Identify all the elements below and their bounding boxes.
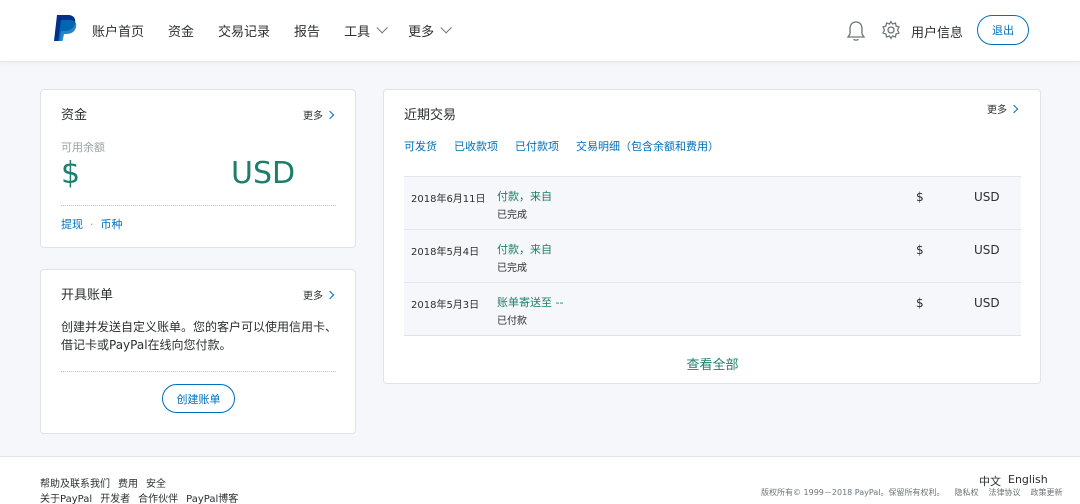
transaction-currency: USD <box>974 243 1000 257</box>
policy-updates-link[interactable]: 政策更新 <box>1031 487 1063 498</box>
divider <box>61 205 336 206</box>
transaction-filters: 可发货 已收款项 已付款项 交易明细（包含余额和费用） <box>404 138 736 154</box>
filter-sent[interactable]: 已付款项 <box>515 138 559 154</box>
funds-links: 提现 · 币种 <box>61 216 123 232</box>
currency-link[interactable]: 币种 <box>101 216 123 232</box>
paypal-logo-icon[interactable] <box>52 14 78 42</box>
footer-blog-link[interactable]: PayPal博客 <box>186 490 238 504</box>
transaction-status: 已付款 <box>497 316 527 327</box>
filter-received[interactable]: 已收款项 <box>454 138 498 154</box>
footer-security-link[interactable]: 安全 <box>146 475 166 490</box>
nav-item-account-home[interactable]: 账户首页 <box>92 21 144 40</box>
footer-developers-link[interactable]: 开发者 <box>100 490 130 504</box>
more-label: 更多 <box>987 105 1007 116</box>
funds-card: 资金 更多 可用余额 $ USD 提现 · 币种 <box>40 89 356 248</box>
transaction-description[interactable]: 付款，来自 <box>497 241 552 257</box>
footer: 帮助及联系我们 费用 安全 关于PayPal 开发者 合作伙伴 PayPal博客… <box>0 456 1080 504</box>
more-label: 更多 <box>303 291 323 302</box>
chevron-right-icon <box>325 110 335 119</box>
transaction-date: 2018年5月4日 <box>411 247 480 258</box>
withdraw-link[interactable]: 提现 <box>61 216 83 232</box>
nav-item-activity[interactable]: 交易记录 <box>218 21 270 40</box>
transaction-status: 已完成 <box>497 263 527 274</box>
transaction-description[interactable]: 付款，来自 <box>497 188 552 204</box>
transaction-currency: USD <box>974 190 1000 204</box>
transaction-amount-symbol: $ <box>916 243 924 257</box>
language-english[interactable]: English <box>1008 473 1048 486</box>
invoice-more-link[interactable]: 更多 <box>303 287 335 302</box>
copyright-text: 版权所有© 1999－2018 PayPal。保留所有权利。 <box>761 488 945 497</box>
nav-label: 报告 <box>294 24 321 40</box>
funds-title: 资金 <box>61 108 88 123</box>
nav-label: 账户首页 <box>92 24 145 40</box>
transaction-row[interactable]: 2018年6月11日 付款，来自 已完成 $ USD <box>404 176 1021 229</box>
invoice-title: 开具账单 <box>61 288 114 303</box>
transaction-status: 已完成 <box>497 210 527 221</box>
transaction-date: 2018年6月11日 <box>411 194 486 205</box>
transaction-row[interactable]: 2018年5月4日 付款，来自 已完成 $ USD <box>404 229 1021 282</box>
create-invoice-button[interactable]: 创建账单 <box>162 384 235 413</box>
footer-links-row-2: 关于PayPal 开发者 合作伙伴 PayPal博客 <box>40 490 246 504</box>
nav-item-reports[interactable]: 报告 <box>294 21 320 40</box>
transaction-amount-symbol: $ <box>916 296 924 310</box>
recent-transactions-card: 近期交易 更多 可发货 已收款项 已付款项 交易明细（包含余额和费用） 2018… <box>383 89 1041 384</box>
footer-partners-link[interactable]: 合作伙伴 <box>138 490 178 504</box>
nav-label: 资金 <box>168 24 195 40</box>
chevron-down-icon <box>376 22 388 34</box>
main-nav: 账户首页 资金 交易记录 报告 工具 更多 <box>92 0 472 60</box>
funds-more-link[interactable]: 更多 <box>303 107 335 122</box>
footer-help-link[interactable]: 帮助及联系我们 <box>40 475 110 490</box>
more-label: 更多 <box>303 111 323 122</box>
transaction-row[interactable]: 2018年5月3日 账单寄送至 -- 已付款 $ USD <box>404 282 1021 335</box>
nav-label: 更多 <box>408 24 435 40</box>
footer-about-link[interactable]: 关于PayPal <box>40 490 92 504</box>
separator: · <box>90 217 94 231</box>
balance-currency-code: USD <box>231 156 296 191</box>
transactions-more-link[interactable]: 更多 <box>987 101 1019 116</box>
nav-label: 工具 <box>344 24 371 40</box>
nav-item-more[interactable]: 更多 <box>408 21 452 40</box>
view-all-link[interactable]: 查看全部 <box>384 354 1041 373</box>
divider <box>61 371 336 372</box>
privacy-link[interactable]: 隐私权 <box>955 487 979 498</box>
copyright-row: 版权所有© 1999－2018 PayPal。保留所有权利。 隐私权 法律协议 … <box>761 487 1073 498</box>
top-navigation-bar: 账户首页 资金 交易记录 报告 工具 更多 用户信息 退出 <box>0 0 1080 62</box>
chevron-down-icon <box>440 22 452 34</box>
footer-links-row-1: 帮助及联系我们 费用 安全 <box>40 475 174 490</box>
bell-icon[interactable] <box>846 20 866 42</box>
filter-to-ship[interactable]: 可发货 <box>404 138 437 154</box>
divider <box>404 335 1021 336</box>
gear-icon[interactable] <box>881 20 901 40</box>
chevron-right-icon <box>325 290 335 299</box>
logout-button[interactable]: 退出 <box>977 15 1029 45</box>
filter-details[interactable]: 交易明细（包含余额和费用） <box>576 138 719 154</box>
transaction-amount-symbol: $ <box>916 190 924 204</box>
nav-label: 交易记录 <box>218 24 271 40</box>
balance-currency-symbol: $ <box>61 156 81 191</box>
nav-item-tools[interactable]: 工具 <box>344 21 388 40</box>
user-info-link[interactable]: 用户信息 <box>911 22 963 41</box>
transaction-currency: USD <box>974 296 1000 310</box>
transaction-description[interactable]: 账单寄送至 -- <box>497 294 563 310</box>
invoice-description: 创建并发送自定义账单。您的客户可以使用信用卡、借记卡或PayPal在线向您付款。 <box>61 320 338 352</box>
transaction-date: 2018年5月3日 <box>411 300 480 311</box>
invoice-card: 开具账单 更多 创建并发送自定义账单。您的客户可以使用信用卡、借记卡或PayPa… <box>40 269 356 434</box>
chevron-right-icon <box>1009 104 1019 113</box>
nav-item-funds[interactable]: 资金 <box>168 21 194 40</box>
transactions-title: 近期交易 <box>404 108 457 123</box>
legal-link[interactable]: 法律协议 <box>989 487 1021 498</box>
available-balance-label: 可用余额 <box>61 141 105 154</box>
footer-fees-link[interactable]: 费用 <box>118 475 138 490</box>
